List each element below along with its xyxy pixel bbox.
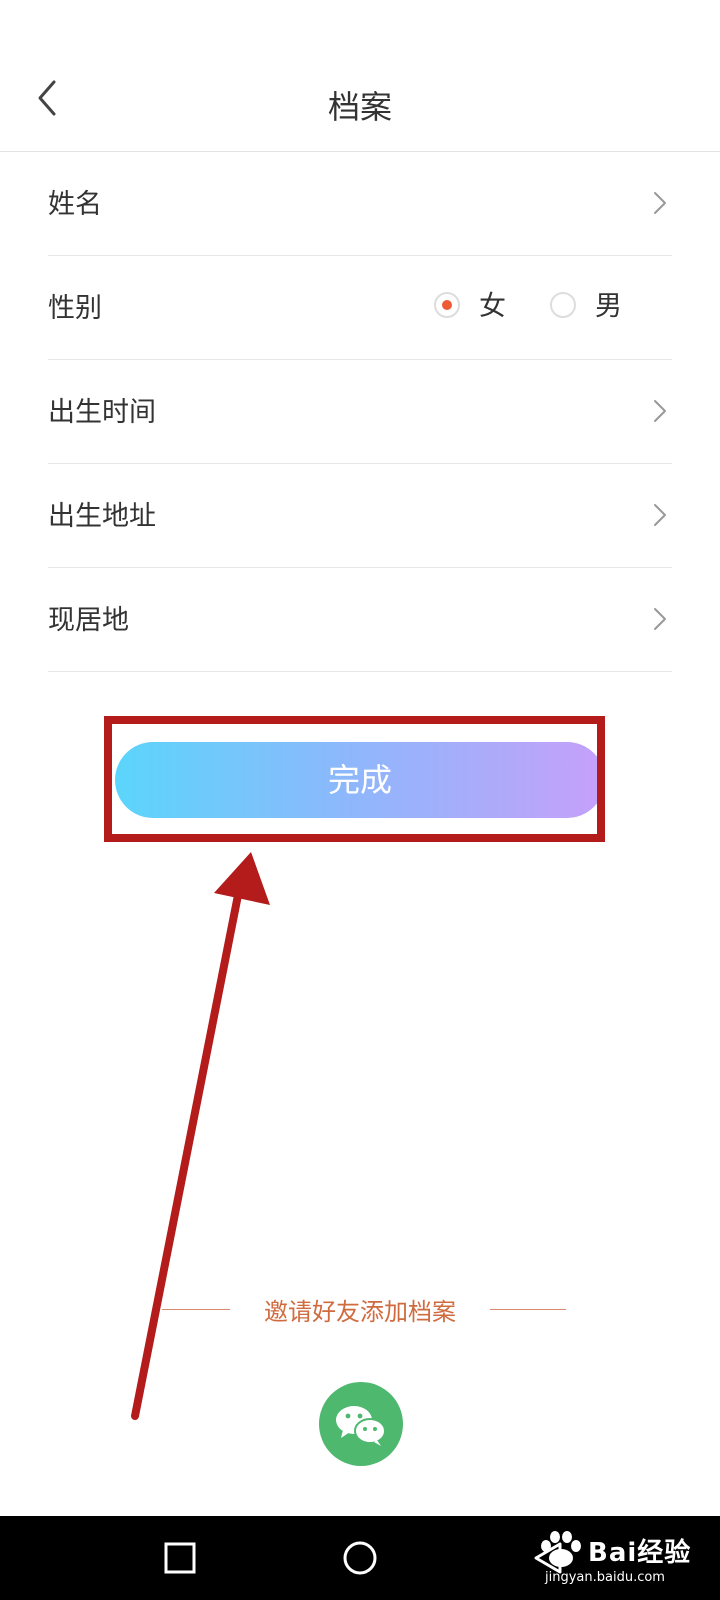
submit-button[interactable]: 完成 (115, 742, 605, 818)
row-birth-time-label: 出生时间 (48, 397, 156, 428)
paw-logo-icon (541, 1531, 581, 1567)
page-title: 档案 (327, 88, 392, 126)
gender-option-male[interactable]: 男 (550, 284, 630, 328)
circle-icon (343, 1541, 377, 1575)
row-birth-place[interactable]: 出生地址 (48, 464, 672, 568)
watermark-logo-text: Bai经验 (588, 1538, 692, 1568)
header: 档案 (0, 40, 720, 152)
chevron-right-icon (654, 608, 666, 630)
watermark-url: jingyan.baidu.com (545, 1570, 665, 1585)
nav-recents-button[interactable] (160, 1538, 200, 1578)
radio-checked-icon (434, 292, 460, 318)
square-icon (164, 1542, 196, 1574)
wechat-share-button[interactable] (319, 1382, 403, 1466)
invite-text: 邀请好友添加档案 (264, 1298, 456, 1326)
row-birth-time[interactable]: 出生时间 (48, 360, 672, 464)
chevron-right-icon (654, 192, 666, 214)
gender-option-female[interactable]: 女 (434, 284, 514, 328)
row-name-label: 姓名 (48, 189, 102, 220)
row-gender: 性别 女 男 (48, 256, 672, 360)
row-name[interactable]: 姓名 (48, 152, 672, 256)
row-residence-label: 现居地 (48, 605, 129, 636)
chevron-right-icon (654, 400, 666, 422)
watermark: Bai经验 jingyan.baidu.com (535, 1528, 705, 1592)
wechat-icon (336, 1406, 386, 1446)
status-bar (0, 0, 720, 40)
row-gender-label: 性别 (48, 293, 102, 324)
nav-home-button[interactable] (340, 1538, 380, 1578)
row-residence[interactable]: 现居地 (48, 568, 672, 672)
gender-female-label: 女 (479, 291, 506, 322)
radio-unchecked-icon (550, 292, 576, 318)
chevron-right-icon (654, 504, 666, 526)
gender-male-label: 男 (595, 291, 622, 322)
row-birth-place-label: 出生地址 (48, 501, 156, 532)
